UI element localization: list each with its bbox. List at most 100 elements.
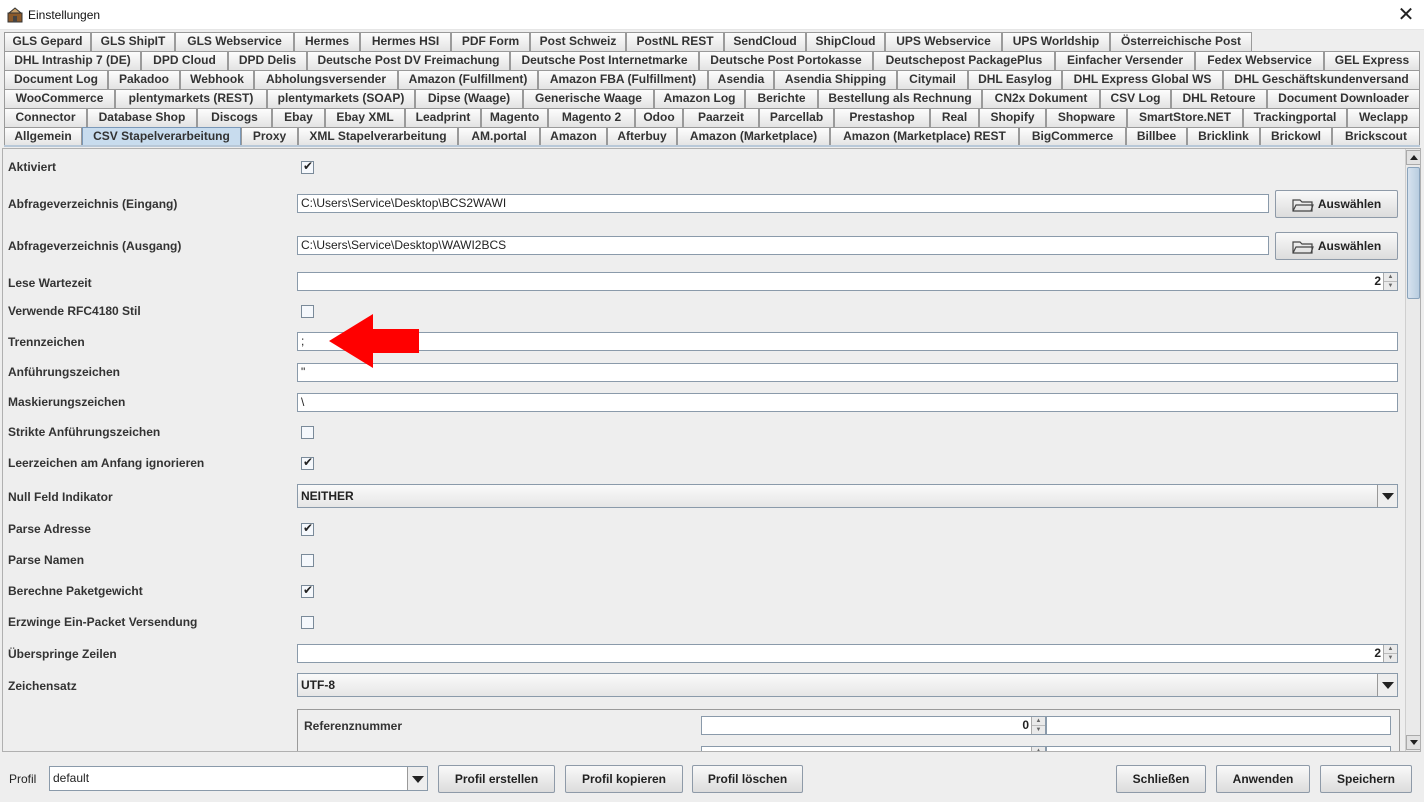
input-abfrage-ausgang[interactable]: C:\Users\Service\Desktop\WAWI2BCS — [297, 236, 1269, 255]
tab-dp-portokasse[interactable]: Deutsche Post Portokasse — [699, 51, 873, 70]
tab-gls-gepard[interactable]: GLS Gepard — [4, 32, 91, 51]
auswaehlen-eingang-button[interactable]: Auswählen — [1275, 190, 1398, 218]
close-icon[interactable]: ✕ — [1388, 0, 1424, 30]
tab-ebay-xml[interactable]: Ebay XML — [325, 108, 405, 127]
tab-discogs[interactable]: Discogs — [197, 108, 272, 127]
input-next-extra[interactable] — [1046, 746, 1391, 751]
tab-ups-worldship[interactable]: UPS Worldship — [1002, 32, 1110, 51]
tab-pdf-form[interactable]: PDF Form — [451, 32, 530, 51]
tab-amazon-marketplace-rest[interactable]: Amazon (Marketplace) REST — [830, 127, 1019, 146]
tab-paarzeit[interactable]: Paarzeit — [683, 108, 759, 127]
tab-dhl-intraship[interactable]: DHL Intraship 7 (DE) — [4, 51, 141, 70]
tab-postnl-rest[interactable]: PostNL REST — [626, 32, 724, 51]
spinner-referenznummer[interactable]: 0 ▲ ▼ — [701, 716, 1046, 735]
tab-sendcloud[interactable]: SendCloud — [724, 32, 806, 51]
tab-shipcloud[interactable]: ShipCloud — [806, 32, 885, 51]
profil-select[interactable]: default — [49, 766, 428, 791]
tab-ebay[interactable]: Ebay — [272, 108, 325, 127]
tab-magento[interactable]: Magento — [481, 108, 548, 127]
tab-asendia-shipping[interactable]: Asendia Shipping — [774, 70, 897, 89]
input-referenz-extra[interactable] — [1046, 716, 1391, 735]
chevron-down-icon[interactable] — [407, 767, 427, 790]
tab-einfacher-versender[interactable]: Einfacher Versender — [1055, 51, 1195, 70]
spinner-buttons[interactable]: ▲▼ — [1031, 717, 1045, 734]
tab-plentymarkets-soap[interactable]: plentymarkets (SOAP) — [267, 89, 415, 108]
tab-amazon-fba[interactable]: Amazon FBA (Fulfillment) — [538, 70, 708, 89]
tab-abholungsversender[interactable]: Abholungsversender — [254, 70, 398, 89]
tab-gls-shipit[interactable]: GLS ShipIT — [91, 32, 175, 51]
checkbox-parse-namen[interactable] — [301, 554, 314, 567]
tab-ups-webservice[interactable]: UPS Webservice — [885, 32, 1002, 51]
tab-hermes-hsi[interactable]: Hermes HSI — [360, 32, 451, 51]
tab-bestellung-als-rechnung[interactable]: Bestellung als Rechnung — [818, 89, 982, 108]
tab-database-shop[interactable]: Database Shop — [87, 108, 197, 127]
anwenden-button[interactable]: Anwenden — [1216, 765, 1310, 793]
scroll-down-icon[interactable] — [1406, 735, 1420, 750]
checkbox-leerzeichen[interactable]: ✔ — [301, 455, 314, 470]
spinner-next-field[interactable]: ▲▼ — [701, 746, 1046, 751]
tab-plentymarkets-rest[interactable]: plentymarkets (REST) — [115, 89, 267, 108]
spinner-lese-wartezeit[interactable]: 2 ▲ ▼ — [297, 272, 1398, 291]
tab-xml-stapelverarbeitung[interactable]: XML Stapelverarbeitung — [298, 127, 458, 146]
scroll-up-icon[interactable] — [1406, 150, 1420, 165]
tab-csv-log[interactable]: CSV Log — [1100, 89, 1171, 108]
tab-pakadoo[interactable]: Pakadoo — [108, 70, 180, 89]
schliessen-button[interactable]: Schließen — [1116, 765, 1206, 793]
tab-proxy[interactable]: Proxy — [241, 127, 298, 146]
input-abfrage-eingang[interactable]: C:\Users\Service\Desktop\BCS2WAWI — [297, 194, 1269, 213]
scroll-thumb[interactable] — [1407, 167, 1420, 299]
checkbox-aktiviert[interactable]: ✔ — [301, 159, 314, 174]
tab-post-schweiz[interactable]: Post Schweiz — [530, 32, 626, 51]
tab-smartstore-net[interactable]: SmartStore.NET — [1127, 108, 1243, 127]
tab-amazon-fulfillment[interactable]: Amazon (Fulfillment) — [398, 70, 538, 89]
select-zeichensatz[interactable]: UTF-8 — [297, 673, 1398, 697]
tab-cn2x-dokument[interactable]: CN2x Dokument — [982, 89, 1100, 108]
spinner-buttons[interactable]: ▲▼ — [1031, 747, 1045, 751]
select-null-feld[interactable]: NEITHER — [297, 484, 1398, 508]
tab-citymail[interactable]: Citymail — [897, 70, 968, 89]
profil-erstellen-button[interactable]: Profil erstellen — [438, 765, 555, 793]
tab-dhl-express-global[interactable]: DHL Express Global WS — [1062, 70, 1223, 89]
tab-connector[interactable]: Connector — [4, 108, 87, 127]
input-maskierungszeichen[interactable]: \ — [297, 393, 1398, 412]
tab-generische-waage[interactable]: Generische Waage — [523, 89, 654, 108]
checkbox-ein-packet[interactable] — [301, 616, 314, 629]
tab-dpd-cloud[interactable]: DPD Cloud — [141, 51, 228, 70]
tab-gls-webservice[interactable]: GLS Webservice — [175, 32, 294, 51]
tab-dp-packageplus[interactable]: Deutschepost PackagePlus — [873, 51, 1055, 70]
checkbox-strikte[interactable] — [301, 426, 314, 439]
tab-dp-dv-freimachung[interactable]: Deutsche Post DV Freimachung — [307, 51, 510, 70]
tab-parcellab[interactable]: Parcellab — [759, 108, 834, 127]
tab-csv-stapelverarbeitung[interactable]: CSV Stapelverarbeitung — [82, 127, 241, 146]
tab-shopware[interactable]: Shopware — [1046, 108, 1127, 127]
tab-bigcommerce[interactable]: BigCommerce — [1019, 127, 1126, 146]
tab-dhl-retoure[interactable]: DHL Retoure — [1171, 89, 1267, 108]
tab-allgemein[interactable]: Allgemein — [4, 127, 82, 146]
tab-dipse-waage[interactable]: Dipse (Waage) — [415, 89, 523, 108]
tab-document-log[interactable]: Document Log — [4, 70, 108, 89]
profil-loeschen-button[interactable]: Profil löschen — [692, 765, 803, 793]
tab-weclapp[interactable]: Weclapp — [1347, 108, 1420, 127]
auswaehlen-ausgang-button[interactable]: Auswählen — [1275, 232, 1398, 260]
spinner-buttons[interactable]: ▲▼ — [1383, 645, 1397, 662]
tab-real[interactable]: Real — [930, 108, 979, 127]
tab-brickowl[interactable]: Brickowl — [1260, 127, 1332, 146]
tab-dpd-delis[interactable]: DPD Delis — [228, 51, 307, 70]
chevron-down-icon[interactable] — [1377, 674, 1397, 696]
tab-amazon-marketplace[interactable]: Amazon (Marketplace) — [677, 127, 830, 146]
tab-afterbuy[interactable]: Afterbuy — [607, 127, 677, 146]
profil-kopieren-button[interactable]: Profil kopieren — [565, 765, 683, 793]
tab-woocommerce[interactable]: WooCommerce — [4, 89, 115, 108]
speichern-button[interactable]: Speichern — [1320, 765, 1412, 793]
tab-gel-express[interactable]: GEL Express — [1324, 51, 1420, 70]
tab-magento-2[interactable]: Magento 2 — [548, 108, 635, 127]
tab-dhl-geschaeftskunden[interactable]: DHL Geschäftskundenversand — [1223, 70, 1420, 89]
input-trennzeichen[interactable]: ; — [297, 332, 1398, 351]
tab-document-downloader[interactable]: Document Downloader — [1267, 89, 1420, 108]
input-anfuehrungszeichen[interactable]: " — [297, 363, 1398, 382]
tab-leadprint[interactable]: Leadprint — [405, 108, 481, 127]
tab-amazon[interactable]: Amazon — [540, 127, 607, 146]
spinner-ueberspringe[interactable]: 2 ▲ ▼ — [297, 644, 1398, 663]
tab-shopify[interactable]: Shopify — [979, 108, 1046, 127]
tab-billbee[interactable]: Billbee — [1126, 127, 1187, 146]
